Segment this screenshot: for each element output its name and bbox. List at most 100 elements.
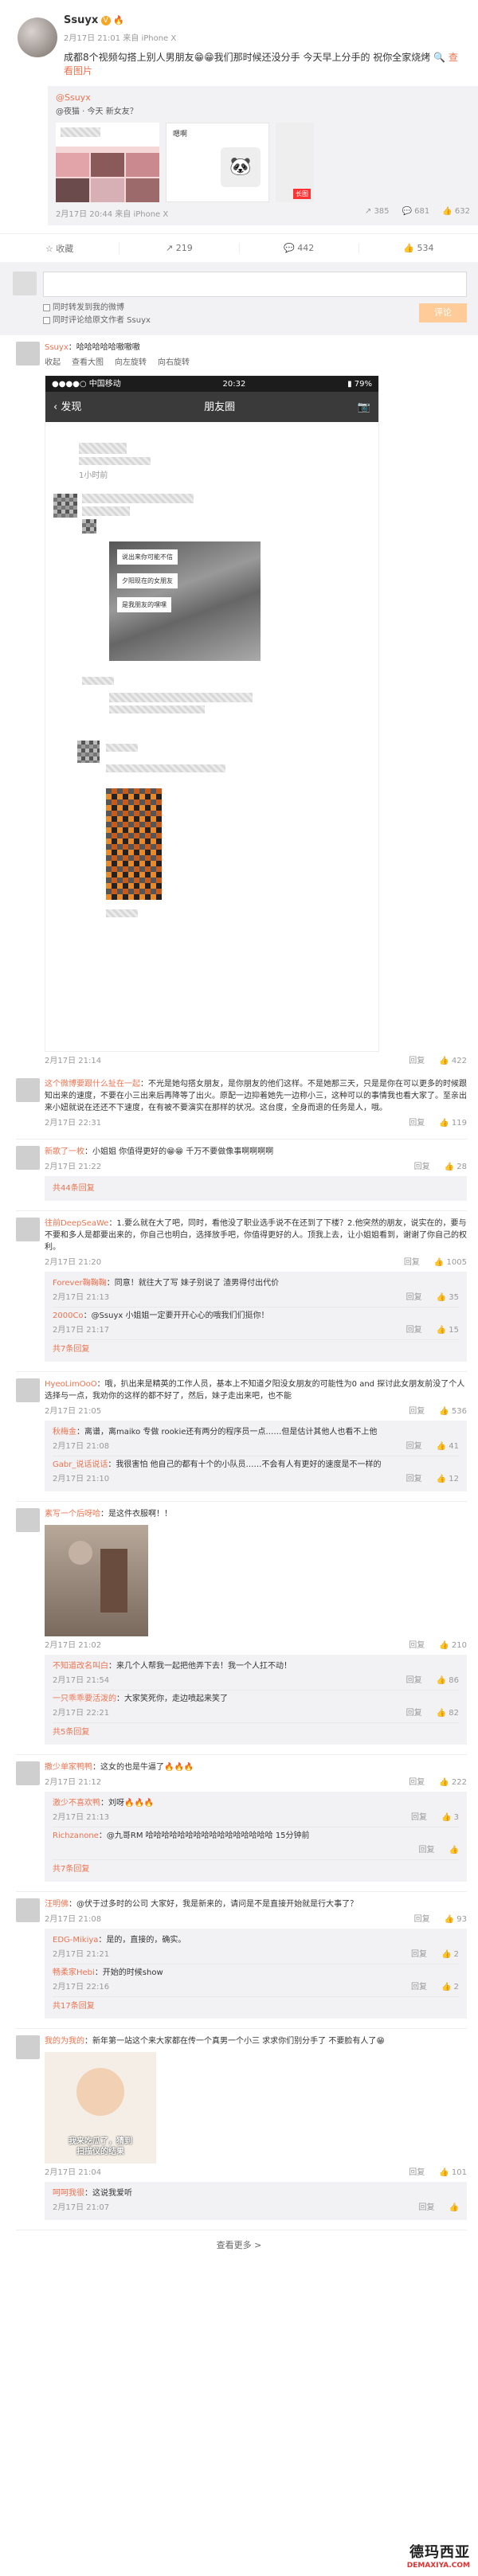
reply-button[interactable]: 回复 <box>409 1117 425 1129</box>
reply-button[interactable]: 回复 <box>409 1055 425 1067</box>
reply-like-button[interactable]: 👍 <box>449 2203 459 2214</box>
commenter-avatar[interactable] <box>16 1508 40 1532</box>
reply-author[interactable]: EDG-Mikiya <box>53 1936 98 1945</box>
reply-button[interactable]: 回复 <box>406 1292 422 1304</box>
like-button[interactable]: 👍 534 <box>359 243 478 253</box>
repost-comment-count[interactable]: 💬 681 <box>402 207 430 219</box>
comment-like-button[interactable]: 👍 28 <box>445 1161 467 1173</box>
reply-button[interactable]: 回复 <box>406 1675 422 1687</box>
reply-button[interactable]: 回复 <box>409 2167 425 2179</box>
comment-button[interactable]: 💬 442 <box>240 243 359 253</box>
reply-author[interactable]: 不知道改名叫白 <box>53 1662 108 1671</box>
rotate-left-button[interactable]: 向左旋转 <box>115 357 147 369</box>
commenter-avatar[interactable] <box>16 2035 40 2059</box>
comment-like-button[interactable]: 👍 422 <box>439 1055 467 1067</box>
repost-like-count[interactable]: 👍 632 <box>442 207 470 219</box>
reply-like-button[interactable]: 👍 <box>449 1845 459 1856</box>
reply-like-button[interactable]: 👍 3 <box>441 1812 459 1824</box>
comment-author[interactable]: 往前DeepSeaWe <box>45 1219 108 1228</box>
reply-author[interactable]: 畅柔家Hebi <box>53 1968 95 1977</box>
comment-photo[interactable] <box>45 1525 148 1636</box>
comment-author[interactable]: HyeoLimOoO <box>45 1380 97 1389</box>
repost-image-1[interactable] <box>56 123 159 202</box>
reply-button[interactable]: 回复 <box>411 1982 427 1993</box>
commenter-avatar[interactable] <box>16 1218 40 1241</box>
rotate-right-button[interactable]: 向右旋转 <box>158 357 190 369</box>
view-large-button[interactable]: 查看大图 <box>72 357 104 369</box>
reply-author[interactable]: 一只乖乖要活泼的 <box>53 1695 116 1703</box>
reply-author[interactable]: 呵呵我很 <box>53 2189 84 2198</box>
reply-button[interactable]: 回复 <box>406 1474 422 1485</box>
reply-author[interactable]: Forever鞠鞠鞠 <box>53 1279 107 1288</box>
repost-image-2[interactable]: 嗯啊 🐼 <box>166 123 269 202</box>
reply-button[interactable]: 回复 <box>406 1325 422 1336</box>
comment-like-button[interactable]: 👍 222 <box>439 1777 467 1788</box>
commenter-avatar[interactable] <box>16 1078 40 1102</box>
reply-button[interactable]: 回复 <box>409 1640 425 1652</box>
reply-like-button[interactable]: 👍 15 <box>437 1325 459 1336</box>
more-replies-link[interactable]: 共7条回复 <box>53 1860 459 1878</box>
reply-button[interactable]: 回复 <box>411 1949 427 1960</box>
repost-image-3[interactable]: 长图 <box>276 123 314 202</box>
reply-like-button[interactable]: 👍 2 <box>441 1982 459 1993</box>
reply-button[interactable]: 回复 <box>406 1708 422 1719</box>
comment-author[interactable]: 这个微博要跟什么扯在一起 <box>45 1080 140 1089</box>
comment-author[interactable]: 汪明佛 <box>45 1900 69 1909</box>
reply-like-button[interactable]: 👍 2 <box>441 1949 459 1960</box>
comment-author[interactable]: 新歌了一枚 <box>45 1147 84 1156</box>
comment-like-button[interactable]: 👍 1005 <box>434 1257 467 1268</box>
reply-button[interactable]: 回复 <box>409 1777 425 1788</box>
reply-author[interactable]: 激少不喜欢鸭 <box>53 1799 100 1808</box>
reply-like-button[interactable]: 👍 86 <box>437 1675 459 1687</box>
reply-button[interactable]: 回复 <box>414 1913 430 1925</box>
meme-photo[interactable]: 我来吃瓜了，猜到 扫描仪的结果 <box>45 2052 156 2164</box>
comment-author[interactable]: Ssuyx <box>45 343 69 352</box>
send-comment-button[interactable]: 评论 <box>419 303 467 322</box>
comment-input[interactable] <box>43 272 467 297</box>
more-replies-link[interactable]: 共5条回复 <box>53 1723 459 1741</box>
commenter-avatar[interactable] <box>16 1898 40 1922</box>
favorite-button[interactable]: ☆ 收藏 <box>0 241 120 255</box>
repost-forward-count[interactable]: ↗ 385 <box>365 207 390 219</box>
comment-author[interactable]: 撒少单家鸭鸭 <box>45 1763 92 1772</box>
comment-author[interactable]: 素写一个后呀哈 <box>45 1510 100 1519</box>
reply-button[interactable]: 回复 <box>419 1845 435 1856</box>
comment-like-button[interactable]: 👍 119 <box>439 1117 467 1129</box>
sea-photo[interactable]: 说出来你可能不信 夕阳现在的女朋友 是我朋友的嘿嘿 <box>109 541 261 661</box>
checkbox-icon[interactable] <box>43 303 50 311</box>
more-replies-link[interactable]: 共17条回复 <box>53 1997 459 2015</box>
checkbox-icon[interactable] <box>43 316 50 324</box>
commenter-avatar[interactable] <box>16 1146 40 1170</box>
reply-author[interactable]: 秋梅金 <box>53 1428 76 1437</box>
forward-button[interactable]: ↗ 219 <box>120 243 240 253</box>
commenter-avatar[interactable] <box>16 342 40 365</box>
more-replies-link[interactable]: 共7条回复 <box>53 1340 459 1358</box>
reply-button[interactable]: 回复 <box>419 2203 435 2214</box>
reply-like-button[interactable]: 👍 35 <box>437 1292 459 1304</box>
avatar[interactable] <box>18 18 57 57</box>
more-replies-link[interactable]: 共44条回复 <box>53 1179 459 1198</box>
reply-like-button[interactable]: 👍 12 <box>437 1474 459 1485</box>
camera-icon[interactable]: 📷 <box>358 401 370 413</box>
reply-button[interactable]: 回复 <box>404 1257 420 1268</box>
moments-screenshot[interactable]: ●●●●○ 中国移动 20:32 ▮ 79% ‹ 发现 朋友圈 📷 1小时前 说… <box>45 375 379 1052</box>
reply-like-button[interactable]: 👍 82 <box>437 1708 459 1719</box>
collapse-image-button[interactable]: 收起 <box>45 357 61 369</box>
comment-author[interactable]: 我的为我的 <box>45 2037 84 2046</box>
comment-like-button[interactable]: 👍 210 <box>439 1640 467 1652</box>
see-more-link[interactable]: 查看更多 > <box>0 2230 478 2259</box>
forward-option[interactable]: 同时转发到我的微博 <box>43 302 467 315</box>
reply-button[interactable]: 回复 <box>411 1812 427 1824</box>
reply-button[interactable]: 回复 <box>406 1441 422 1452</box>
commenter-avatar[interactable] <box>16 1378 40 1402</box>
commenter-avatar[interactable] <box>16 1761 40 1785</box>
comment-origin-option[interactable]: 同时评论给原文作者 Ssuyx <box>43 315 467 327</box>
comment-like-button[interactable]: 👍 101 <box>439 2167 467 2179</box>
reply-button[interactable]: 回复 <box>409 1405 425 1417</box>
reply-author[interactable]: Richzanone <box>53 1831 99 1840</box>
comment-like-button[interactable]: 👍 536 <box>439 1405 467 1417</box>
repost-author[interactable]: @Ssuyx <box>56 92 470 103</box>
post-username[interactable]: Ssuyx <box>64 14 98 26</box>
reply-button[interactable]: 回复 <box>414 1161 430 1173</box>
reply-author[interactable]: Gabr_说话说话 <box>53 1460 108 1469</box>
